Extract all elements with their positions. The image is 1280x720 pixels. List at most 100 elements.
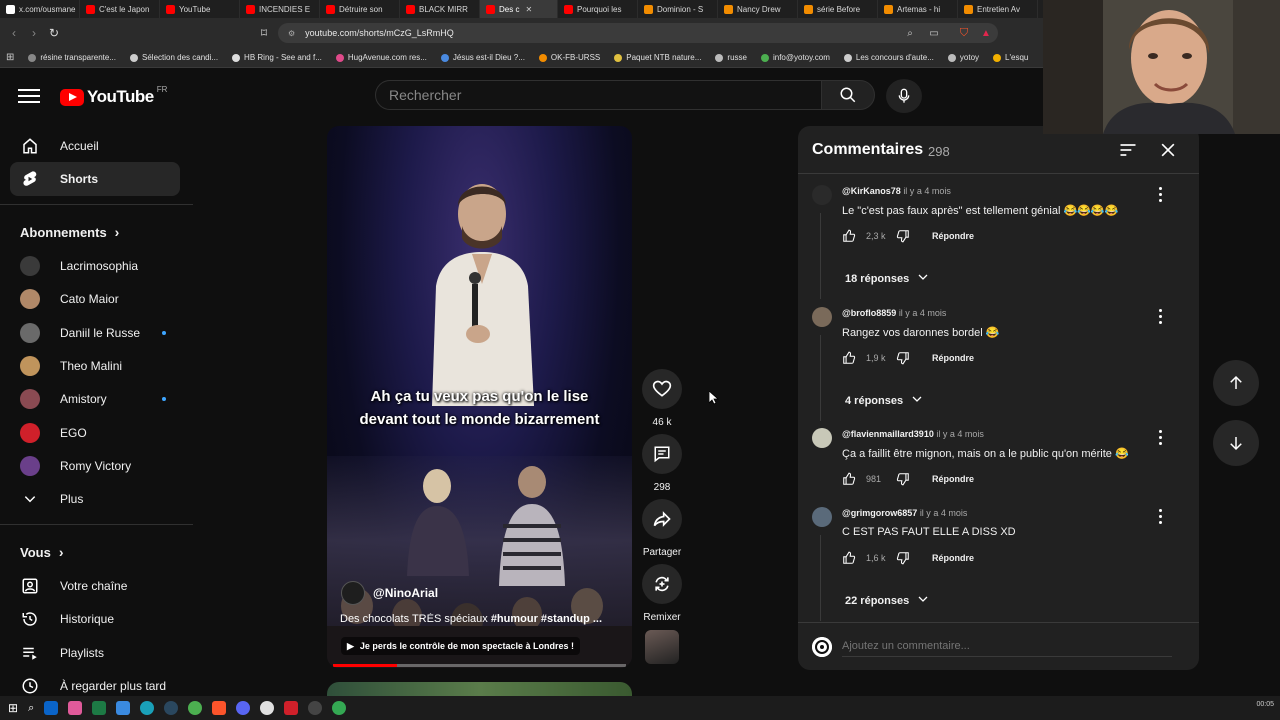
comment-author-avatar[interactable] [812, 507, 832, 527]
next-short-preview[interactable] [327, 682, 632, 696]
comment-author-handle[interactable]: @flavienmaillard3910 [842, 429, 934, 439]
sidebar-item-home[interactable]: Accueil [10, 129, 180, 163]
comment-more-icon[interactable] [1152, 185, 1168, 203]
comment-author-handle[interactable]: @grimgorow6857 [842, 508, 917, 518]
subscription-item[interactable]: Theo Malini [10, 349, 180, 383]
search-button[interactable] [821, 80, 875, 110]
excel-icon[interactable] [92, 701, 107, 715]
comment-more-icon[interactable] [1152, 307, 1168, 325]
comment-author-avatar[interactable] [812, 428, 832, 448]
obs-icon[interactable] [308, 701, 323, 715]
comment-timestamp[interactable]: il y a 4 mois [899, 308, 947, 318]
comment-more-icon[interactable] [1152, 507, 1168, 525]
back-icon[interactable]: ‹ [4, 26, 24, 40]
brave-shield-icon[interactable]: ⛉ [954, 27, 974, 40]
video-title-hashtags[interactable]: #humour #standup ... [491, 613, 602, 625]
comment-dislike-button[interactable] [896, 229, 910, 243]
bookmark-item[interactable]: yotoy [947, 53, 979, 62]
next-short-button[interactable] [1213, 420, 1259, 466]
comment-dislike-button[interactable] [896, 351, 910, 365]
like-action[interactable]: 46 k [640, 369, 684, 428]
comment-author-avatar[interactable] [812, 307, 832, 327]
bookmark-item[interactable]: russe [715, 53, 747, 62]
steam-icon[interactable] [164, 701, 179, 715]
reply-button[interactable]: Répondre [932, 474, 974, 484]
browser-tab[interactable]: Nancy Drew [718, 0, 798, 18]
bookmark-item[interactable]: Jésus est-il Dieu ?... [440, 53, 525, 62]
sort-comments-button[interactable] [1118, 140, 1138, 165]
bookmark-item[interactable]: L'esqu [993, 53, 1028, 62]
comment-dislike-button[interactable] [896, 551, 910, 565]
reply-button[interactable]: Répondre [932, 231, 974, 241]
browser-tab[interactable]: série Before [798, 0, 878, 18]
comment-timestamp[interactable]: il y a 4 mois [903, 186, 951, 196]
comment-author-handle[interactable]: @broflo8859 [842, 308, 896, 318]
video-title[interactable]: Des chocolats TRÈS spéciaux #humour #sta… [340, 613, 620, 625]
subscription-item[interactable]: Lacrimosophia [10, 249, 180, 283]
like-button[interactable] [642, 369, 682, 409]
comments-action[interactable]: 298 [640, 434, 684, 493]
previous-short-button[interactable] [1213, 360, 1259, 406]
bookmark-item[interactable]: HugAvenue.com res... [335, 53, 427, 62]
comment-like-button[interactable] [842, 551, 856, 565]
comment-dislike-button[interactable] [896, 472, 910, 486]
browser-tab[interactable]: Entretien Av [958, 0, 1038, 18]
sidebar-item-history[interactable]: Historique [10, 602, 180, 636]
chrome-icon[interactable] [188, 701, 203, 715]
edge-icon[interactable] [140, 701, 155, 715]
comment-more-icon[interactable] [1152, 428, 1168, 446]
brave-icon[interactable] [212, 701, 227, 715]
add-comment-input[interactable] [842, 635, 1172, 657]
show-replies-button[interactable]: 4 réponses [845, 393, 923, 408]
channel-link[interactable]: @NinoArial [341, 581, 438, 605]
subscription-item[interactable]: Cato Maior [10, 282, 180, 316]
bookmark-item[interactable]: résine transparente... [28, 53, 116, 62]
browser-tab[interactable]: x.com/ousmane [0, 0, 80, 18]
close-tab-icon[interactable]: ✕ [525, 5, 532, 14]
hamburger-menu-button[interactable] [18, 86, 40, 104]
browser-tab[interactable]: BLACK MIRR [400, 0, 480, 18]
browser-tab[interactable]: Artemas - hi [878, 0, 958, 18]
bookmark-item[interactable]: Paquet NTB nature... [614, 53, 701, 62]
remix-button[interactable] [642, 564, 682, 604]
original-audio-thumbnail[interactable] [645, 630, 679, 664]
apps-grid-icon[interactable]: ⊞ [6, 52, 14, 63]
related-video-link[interactable]: ▶ Je perds le contrôle de mon spectacle … [341, 637, 580, 655]
explorer-icon[interactable] [116, 701, 131, 715]
subscriptions-heading[interactable]: Abonnements › [20, 224, 119, 240]
comment-timestamp[interactable]: il y a 4 mois [936, 429, 984, 439]
close-comments-button[interactable] [1158, 140, 1178, 165]
reply-button[interactable]: Répondre [932, 353, 974, 363]
subscription-item[interactable]: Amistory [10, 382, 180, 416]
you-heading[interactable]: Vous › [20, 544, 64, 560]
sidebar-item-your-channel[interactable]: Votre chaîne [10, 569, 180, 603]
address-bar[interactable]: ⚙ youtube.com/shorts/mCzG_LsRmHQ [278, 23, 998, 43]
comment-timestamp[interactable]: il y a 4 mois [920, 508, 968, 518]
browser-tab[interactable]: YouTube [160, 0, 240, 18]
browser-tab[interactable]: C'est le Japon [80, 0, 160, 18]
browser-tab[interactable]: Des c ✕ [480, 0, 558, 18]
remix-action[interactable]: Remixer [640, 564, 684, 623]
discord-icon[interactable] [236, 701, 251, 715]
voice-search-button[interactable] [886, 79, 922, 113]
start-icon[interactable]: ⊞ [8, 701, 18, 715]
reply-button[interactable]: Répondre [932, 553, 974, 563]
comment-like-button[interactable] [842, 351, 856, 365]
subscription-item[interactable]: Romy Victory [10, 449, 180, 483]
subscription-item[interactable]: EGO [10, 416, 180, 450]
subscription-item[interactable]: Daniil le Russe [10, 316, 180, 350]
comment-author-handle[interactable]: @KirKanos78 [842, 186, 901, 196]
youtube-logo[interactable]: YouTube FR [60, 85, 167, 107]
search-icon[interactable]: ⌕ [28, 702, 34, 715]
zoom-icon[interactable]: ⌕ [900, 28, 920, 39]
cast-icon[interactable]: ▭ [924, 28, 944, 39]
reload-icon[interactable]: ↻ [44, 26, 64, 40]
search-input[interactable]: Rechercher [375, 80, 822, 110]
comments-button[interactable] [642, 434, 682, 474]
chrome-alt-icon[interactable] [332, 701, 347, 715]
show-replies-button[interactable]: 22 réponses [845, 593, 929, 608]
video-progress-bar[interactable] [333, 664, 626, 667]
site-info-icon[interactable]: ⚙ [288, 29, 295, 38]
show-replies-button[interactable]: 18 réponses [845, 271, 929, 286]
browser-tab[interactable]: Pourquoi les [558, 0, 638, 18]
